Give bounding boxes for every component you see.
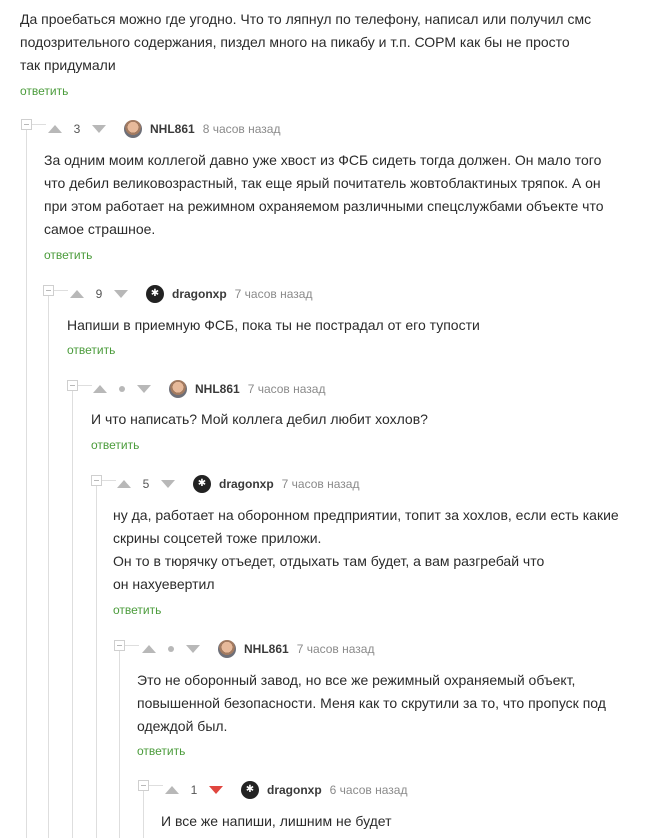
rating-count: 5 — [142, 477, 150, 491]
reply-link[interactable]: ответить — [113, 603, 161, 617]
comment-line: одеждой был. — [137, 718, 228, 734]
arrow-up-icon[interactable] — [165, 786, 179, 794]
collapse-minus-icon[interactable] — [67, 380, 78, 391]
comment-line: что дебил великовозрастный, так еще ярый… — [44, 175, 601, 191]
comment-body: За одним моим коллегой давно уже хвост и… — [44, 149, 644, 241]
avatar[interactable] — [124, 120, 142, 138]
arrow-down-icon[interactable] — [186, 645, 200, 653]
rating-count: 9 — [95, 287, 103, 301]
top-comment-body: Да проебаться можно где угодно. Что то л… — [20, 8, 640, 77]
thread-line — [26, 125, 27, 838]
comment-body: Это не оборонный завод, но все же режимн… — [137, 669, 637, 738]
comment-header: 9 ✱ dragonxp 7 часов назад — [70, 283, 312, 305]
comment-line: Это не оборонный завод, но все же режимн… — [137, 672, 576, 688]
comment-line: подозрительного содержания, пиздел много… — [20, 34, 570, 50]
comment-header: 5 ✱ dragonxp 7 часов назад — [117, 473, 359, 495]
comment-header: NHL861 7 часов назад — [142, 638, 374, 660]
thread-line — [72, 386, 73, 838]
comment-header: 1 ✱ dragonxp 6 часов назад — [165, 779, 407, 801]
avatar[interactable] — [169, 380, 187, 398]
comment-line: Он то в тюрячку отъедет, отдыхать там бу… — [113, 553, 545, 569]
arrow-up-icon[interactable] — [117, 480, 131, 488]
author-name[interactable]: NHL861 — [195, 382, 240, 396]
reply-link[interactable]: ответить — [137, 744, 185, 758]
dragon-logo-icon[interactable]: ✱ — [193, 475, 211, 493]
comment-body: ну да, работает на оборонном предприятии… — [113, 504, 633, 596]
comment-line: И все же напиши, лишним не будет — [161, 813, 392, 829]
collapse-minus-icon[interactable] — [21, 119, 32, 130]
collapse-minus-icon[interactable] — [43, 285, 54, 296]
arrow-up-icon[interactable] — [70, 290, 84, 298]
comment-line: он нахуевертил — [113, 576, 215, 592]
thread-line — [96, 481, 97, 838]
comment-line: самое страшное. — [44, 221, 156, 237]
author-name[interactable]: dragonxp — [267, 783, 322, 797]
thread-line — [143, 786, 144, 838]
arrow-up-icon[interactable] — [142, 645, 156, 653]
author-name[interactable]: dragonxp — [219, 477, 274, 491]
comment-line: при этом работает на режимном охраняемом… — [44, 198, 604, 214]
comment-line: повышенной безопасности. Меня как то скр… — [137, 695, 606, 711]
comment-body: И все же напиши, лишним не будет — [161, 810, 641, 833]
thread-line — [119, 646, 120, 838]
comment-time[interactable]: 7 часов назад — [248, 382, 326, 396]
comment-line: так придумали — [20, 57, 116, 73]
comment-line: Напиши в приемную ФСБ, пока ты не постра… — [67, 317, 480, 333]
arrow-down-icon[interactable] — [114, 290, 128, 298]
author-name[interactable]: NHL861 — [150, 122, 195, 136]
dragon-logo-icon[interactable]: ✱ — [146, 285, 164, 303]
arrow-down-icon[interactable] — [137, 385, 151, 393]
comment-line: Да проебаться можно где угодно. Что то л… — [20, 11, 592, 27]
arrow-down-icon[interactable] — [92, 125, 106, 133]
author-name[interactable]: dragonxp — [172, 287, 227, 301]
collapse-minus-icon[interactable] — [114, 640, 125, 651]
comment-time[interactable]: 8 часов назад — [203, 122, 281, 136]
reply-link[interactable]: ответить — [44, 248, 92, 262]
comment-time[interactable]: 7 часов назад — [282, 477, 360, 491]
rating-hidden-dot — [107, 386, 137, 392]
comment-line: скрины соцсетей тоже приложи. — [113, 530, 322, 546]
collapse-minus-icon[interactable] — [138, 780, 149, 791]
reply-link[interactable]: ответить — [20, 84, 68, 98]
thread-line — [48, 291, 49, 838]
arrow-up-icon[interactable] — [48, 125, 62, 133]
comment-time[interactable]: 7 часов назад — [297, 642, 375, 656]
comment-line: ну да, работает на оборонном предприятии… — [113, 507, 619, 523]
reply-link[interactable]: ответить — [67, 343, 115, 357]
dragon-logo-icon[interactable]: ✱ — [241, 781, 259, 799]
collapse-minus-icon[interactable] — [91, 475, 102, 486]
comment-body: И что написать? Мой коллега дебил любит … — [91, 408, 631, 431]
arrow-down-icon[interactable] — [209, 786, 223, 794]
avatar[interactable] — [218, 640, 236, 658]
rating-hidden-dot — [156, 646, 186, 652]
comment-header: 3 NHL861 8 часов назад — [48, 118, 280, 140]
comment-line: И что написать? Мой коллега дебил любит … — [91, 411, 428, 427]
rating-count: 1 — [190, 783, 198, 797]
rating-count: 3 — [73, 122, 81, 136]
comment-line: За одним моим коллегой давно уже хвост и… — [44, 152, 602, 168]
arrow-up-icon[interactable] — [93, 385, 107, 393]
arrow-down-icon[interactable] — [161, 480, 175, 488]
comment-body: Напиши в приемную ФСБ, пока ты не постра… — [67, 314, 627, 337]
comment-header: NHL861 7 часов назад — [93, 378, 325, 400]
author-name[interactable]: NHL861 — [244, 642, 289, 656]
comment-time[interactable]: 7 часов назад — [235, 287, 313, 301]
reply-link[interactable]: ответить — [91, 438, 139, 452]
comment-time[interactable]: 6 часов назад — [330, 783, 408, 797]
